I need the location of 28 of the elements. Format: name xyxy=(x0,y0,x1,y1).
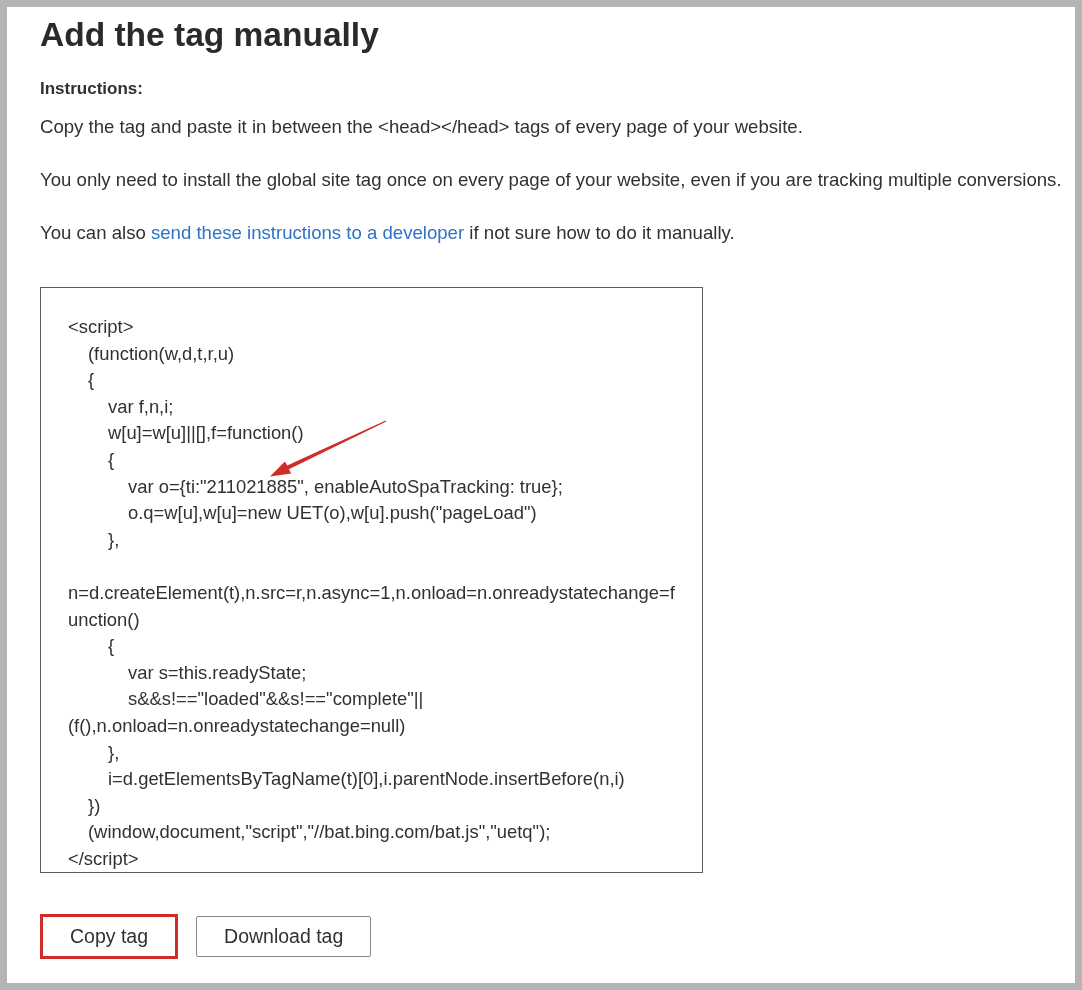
code-line: var s=this.readyState; xyxy=(128,661,307,683)
code-line: i=d.getElementsByTagName(t)[0],i.parentNode.insertBefore(n,i) xyxy=(108,768,625,790)
code-line: unction() xyxy=(68,608,140,630)
code-line: var f,n,i; xyxy=(108,395,174,417)
instruction-text: Copy the tag and paste it in between the <head></head> tags of every page of your website. xyxy=(40,115,803,139)
code-line: (f(),n.onload=n.onreadystatechange=null) xyxy=(68,714,406,736)
instruction-text: You only need to install the global site tag once on every page of your website, even if you are tracking multiple conversions. xyxy=(40,168,1062,192)
code-line: s&&s!=="loaded"&&s!=="complete"|| xyxy=(128,688,424,710)
code-line: }, xyxy=(108,528,120,550)
code-line: }, xyxy=(108,741,120,763)
page-title: Add the tag manually xyxy=(40,15,379,55)
code-line: <script> xyxy=(68,316,134,337)
code-line: </script> xyxy=(68,847,139,869)
code-line: (function(w,d,t,r,u) xyxy=(88,342,235,364)
code-line: w[u]=w[u]||[],f=function() xyxy=(108,422,304,444)
instruction-text: You can also send these instructions to a developer if not sure how to do it manually. xyxy=(40,221,735,245)
code-line: { xyxy=(108,448,115,470)
developer-link[interactable]: send these instructions to a developer xyxy=(150,222,465,243)
instructions-heading: Instructions: xyxy=(40,78,143,100)
code-line: o.q=w[u],w[u]=new UET(o),w[u].push("pageLoad") xyxy=(128,502,537,524)
code-line: var o={ti:"211021885", enableAutoSpaTracking: true}; xyxy=(128,475,563,497)
code-line: }) xyxy=(88,794,101,816)
code-line: { xyxy=(108,635,115,657)
code-line: { xyxy=(88,369,95,391)
code-line: n=d.createElement(t),n.src=r,n.async=1,n.onload=n.onreadystatechange=f xyxy=(68,581,675,603)
download-button[interactable]: Download tag xyxy=(196,916,372,958)
copy-button[interactable]: Copy tag xyxy=(42,916,177,958)
code-line: (window,document,"script","//bat.bing.com/bat.js","uetq"); xyxy=(88,821,551,843)
